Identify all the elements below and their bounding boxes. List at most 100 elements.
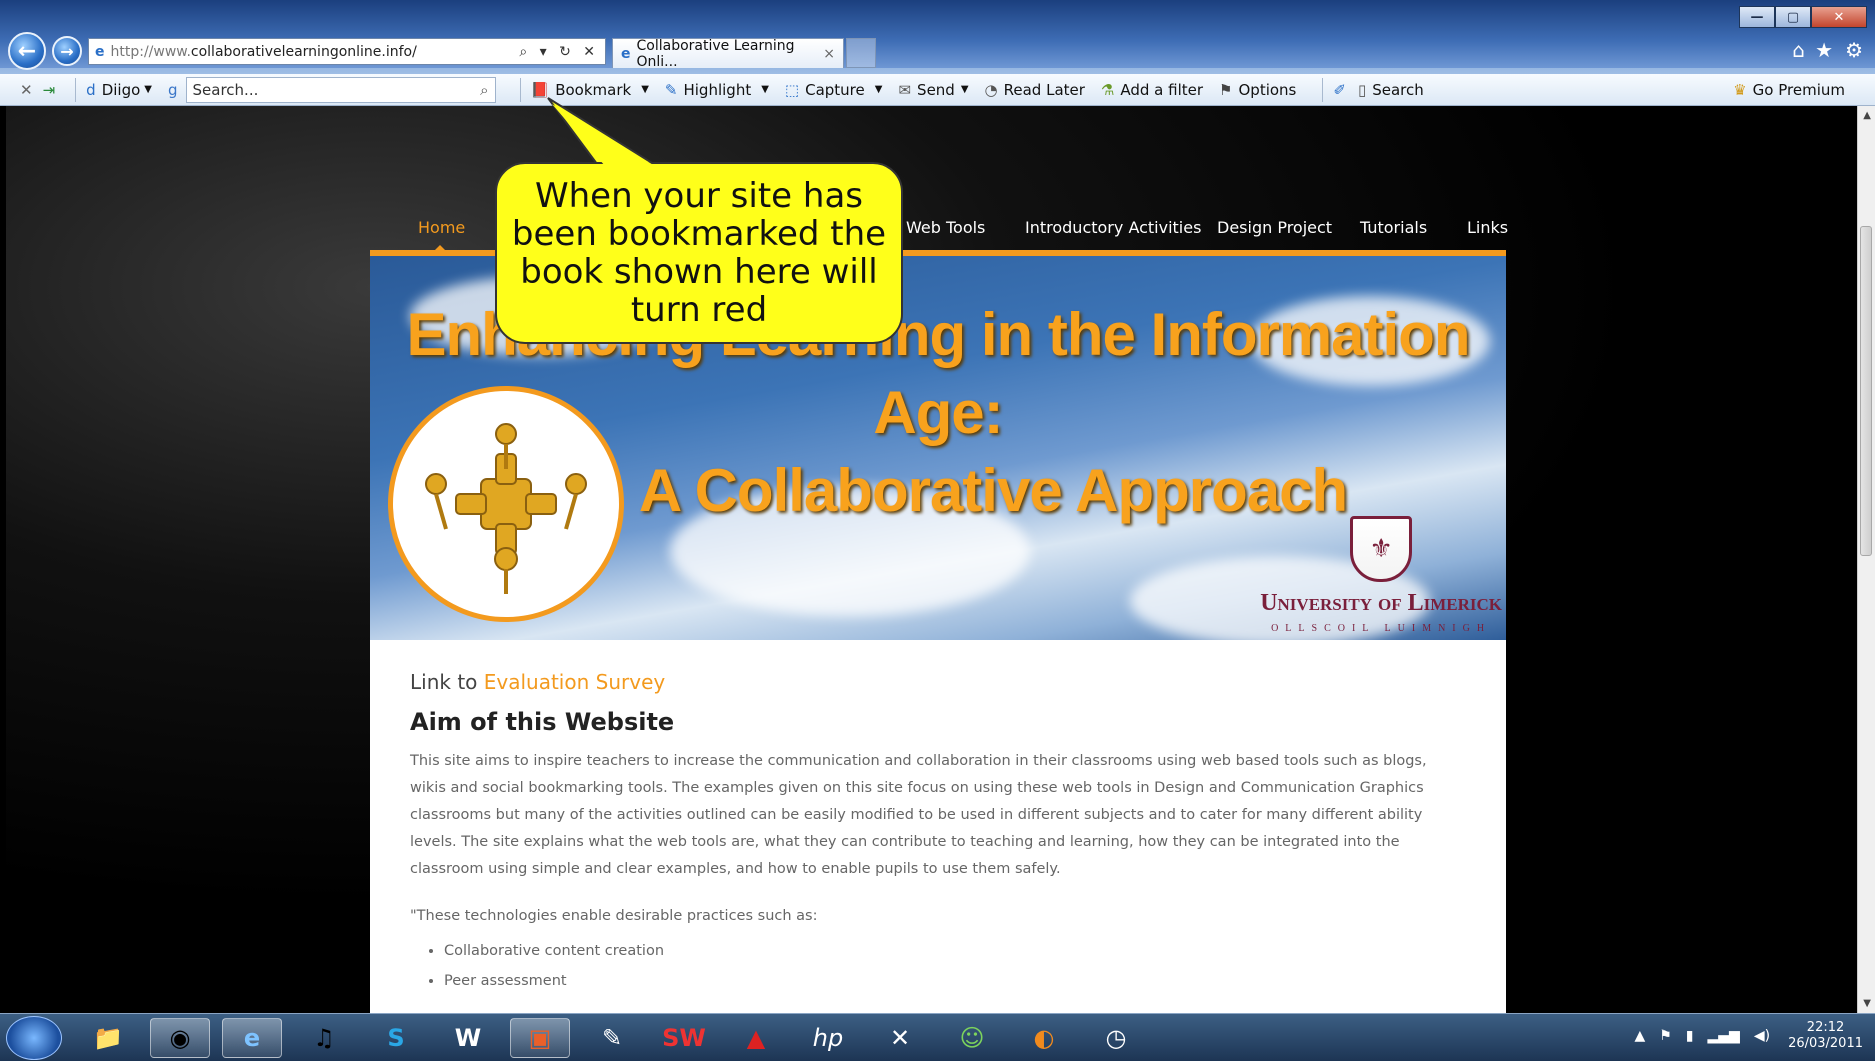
nav-links[interactable]: Links bbox=[1467, 218, 1508, 237]
close-window-button[interactable]: ✕ bbox=[1811, 6, 1867, 28]
scroll-up-icon[interactable]: ▲ bbox=[1863, 110, 1871, 121]
firefox-icon[interactable]: ◐ bbox=[1014, 1018, 1074, 1058]
nav-design-project[interactable]: Design Project bbox=[1217, 218, 1332, 237]
go-premium-label: Go Premium bbox=[1752, 80, 1845, 99]
list-item: Peer assessment bbox=[444, 966, 1466, 996]
add-filter-button[interactable]: ⚗ Add a filter bbox=[1101, 81, 1203, 99]
chevron-down-icon[interactable]: ▼ bbox=[875, 84, 883, 95]
volume-icon[interactable]: ◀) bbox=[1754, 1028, 1770, 1044]
clock-date: 26/03/2011 bbox=[1788, 1036, 1863, 1051]
nav-tutorials[interactable]: Tutorials bbox=[1360, 218, 1427, 237]
options-label: Options bbox=[1238, 80, 1297, 99]
toolbar-divider bbox=[75, 77, 77, 102]
address-controls[interactable]: ⌕ ▾ ↻ ✕ bbox=[519, 44, 599, 60]
send-button[interactable]: ✉ Send ▼ bbox=[898, 81, 968, 99]
address-host: collaborativelearningonline.info/ bbox=[190, 43, 417, 60]
hp-icon[interactable]: hp bbox=[798, 1018, 858, 1058]
network-icon[interactable]: ▂▄▆ bbox=[1708, 1028, 1740, 1044]
search-button[interactable]: ▯ Search bbox=[1358, 81, 1424, 99]
maximize-button[interactable]: ▢ bbox=[1775, 6, 1811, 28]
annotation-callout: When your site has been bookmarked the b… bbox=[495, 162, 903, 344]
tab-close-button[interactable]: × bbox=[823, 46, 835, 62]
list-item: Collaborative content creation bbox=[444, 936, 1466, 966]
diigo-label: Diigo bbox=[101, 80, 141, 99]
battery-icon[interactable]: ▮ bbox=[1686, 1028, 1694, 1044]
bookmark-label: Bookmark bbox=[555, 80, 632, 99]
survey-link-line: Link to Evaluation Survey bbox=[410, 670, 1466, 694]
browser-chrome: — ▢ ✕ ← → e http://www. collaborativelea… bbox=[0, 0, 1875, 106]
title-bar: — ▢ ✕ ← → e http://www. collaborativelea… bbox=[0, 0, 1875, 70]
address-bar[interactable]: e http://www. collaborativelearningonlin… bbox=[88, 38, 606, 65]
link-prefix: Link to bbox=[410, 670, 484, 694]
start-button[interactable] bbox=[6, 1016, 62, 1060]
toolbar-divider bbox=[519, 77, 521, 102]
evaluation-survey-link[interactable]: Evaluation Survey bbox=[484, 670, 665, 694]
university-irish-name: OLLSCOIL LUIMNIGH bbox=[1271, 623, 1492, 634]
add-filter-label: Add a filter bbox=[1120, 80, 1204, 99]
filter-icon: ⚗ bbox=[1100, 80, 1115, 99]
skype-icon[interactable]: S bbox=[366, 1018, 426, 1058]
home-icon[interactable]: ⌂ bbox=[1792, 38, 1805, 62]
diigo-toolbar: ✕ ⇥ d Diigo ▼ g Search... ⌕ 📕 Bookmark ▼… bbox=[0, 74, 1875, 106]
internet-explorer-icon[interactable]: e bbox=[222, 1018, 282, 1058]
options-button[interactable]: ⚑ Options bbox=[1219, 81, 1296, 99]
diigo-icon: d bbox=[86, 80, 96, 99]
system-tray: ▲ ⚑ ▮ ▂▄▆ ◀) 22:12 26/03/2011 bbox=[1634, 1020, 1863, 1052]
university-logo: ⚜ University of Limerick OLLSCOIL LUIMNI… bbox=[1260, 516, 1502, 634]
google-icon[interactable]: g bbox=[168, 81, 178, 99]
toolbar-signin-icon[interactable]: ⇥ bbox=[43, 81, 56, 99]
tab-collaborative-learning[interactable]: e Collaborative Learning Onli... × bbox=[612, 38, 844, 70]
messenger-icon[interactable]: ☺ bbox=[942, 1018, 1002, 1058]
scroll-down-icon[interactable]: ▼ bbox=[1863, 998, 1871, 1009]
ie-page-icon: e bbox=[95, 43, 105, 60]
scrollbar-thumb[interactable] bbox=[1860, 226, 1872, 556]
read-later-button[interactable]: ◔ Read Later bbox=[985, 81, 1085, 99]
page-icon: ▯ bbox=[1357, 80, 1367, 99]
chevron-down-icon[interactable]: ▼ bbox=[961, 84, 969, 95]
settings-gear-icon[interactable]: ⚙ bbox=[1845, 38, 1863, 62]
clock-app-icon[interactable]: ◷ bbox=[1086, 1018, 1146, 1058]
nav-active-marker bbox=[434, 245, 446, 251]
read-later-icon: ◔ bbox=[984, 80, 998, 99]
options-icon: ⚑ bbox=[1219, 80, 1233, 99]
autocad-icon[interactable]: ▲ bbox=[726, 1018, 786, 1058]
toolbar-close-icon[interactable]: ✕ bbox=[20, 81, 33, 99]
chevron-down-icon[interactable]: ▼ bbox=[641, 84, 649, 95]
toolbar-search-input[interactable]: Search... ⌕ bbox=[185, 76, 496, 103]
chrome-icon[interactable]: ◉ bbox=[150, 1018, 210, 1058]
bookmark-book-icon: 📕 bbox=[530, 80, 550, 99]
chevron-down-icon[interactable]: ▼ bbox=[761, 84, 769, 95]
nav-web-tools[interactable]: Web Tools bbox=[906, 218, 985, 237]
new-tab-button[interactable] bbox=[846, 38, 876, 68]
word-icon[interactable]: W bbox=[438, 1018, 498, 1058]
go-premium-button[interactable]: ♛ Go Premium bbox=[1733, 81, 1845, 99]
bookmark-button[interactable]: 📕 Bookmark ▼ bbox=[531, 81, 649, 99]
show-hidden-icons[interactable]: ▲ bbox=[1634, 1028, 1645, 1044]
nav-introductory-activities[interactable]: Introductory Activities bbox=[1025, 218, 1201, 237]
university-name: University of Limerick bbox=[1260, 590, 1502, 616]
diigo-menu[interactable]: d Diigo ▼ bbox=[86, 81, 152, 99]
itunes-icon[interactable]: ♫ bbox=[294, 1018, 354, 1058]
chevron-down-icon: ▼ bbox=[144, 84, 152, 95]
premium-icon: ♛ bbox=[1733, 80, 1747, 99]
pen-icon[interactable]: ✐ bbox=[1333, 81, 1346, 99]
pdf-icon[interactable]: ✕ bbox=[870, 1018, 930, 1058]
capture-label: Capture bbox=[805, 80, 865, 99]
presentation-icon[interactable]: ▣ bbox=[510, 1018, 570, 1058]
vertical-scrollbar[interactable]: ▲ ▼ bbox=[1857, 106, 1875, 1013]
collaboration-logo bbox=[388, 386, 624, 622]
file-explorer-icon[interactable]: 📁 bbox=[78, 1018, 138, 1058]
search-icon[interactable]: ⌕ bbox=[480, 81, 488, 99]
back-button[interactable]: ← bbox=[8, 32, 46, 70]
favorites-star-icon[interactable]: ★ bbox=[1815, 38, 1833, 62]
flag-icon[interactable]: ⚑ bbox=[1659, 1028, 1672, 1044]
highlight-button[interactable]: ✎ Highlight ▼ bbox=[665, 81, 769, 99]
notepad-icon[interactable]: ✎ bbox=[582, 1018, 642, 1058]
solidworks-icon[interactable]: SW bbox=[654, 1018, 714, 1058]
nav-home[interactable]: Home bbox=[418, 218, 465, 237]
toolbar-search-text: Search... bbox=[192, 80, 259, 99]
clock[interactable]: 22:12 26/03/2011 bbox=[1788, 1020, 1863, 1052]
capture-button[interactable]: ⬚ Capture ▼ bbox=[785, 81, 883, 99]
minimize-button[interactable]: — bbox=[1739, 6, 1775, 28]
forward-button[interactable]: → bbox=[52, 36, 82, 66]
